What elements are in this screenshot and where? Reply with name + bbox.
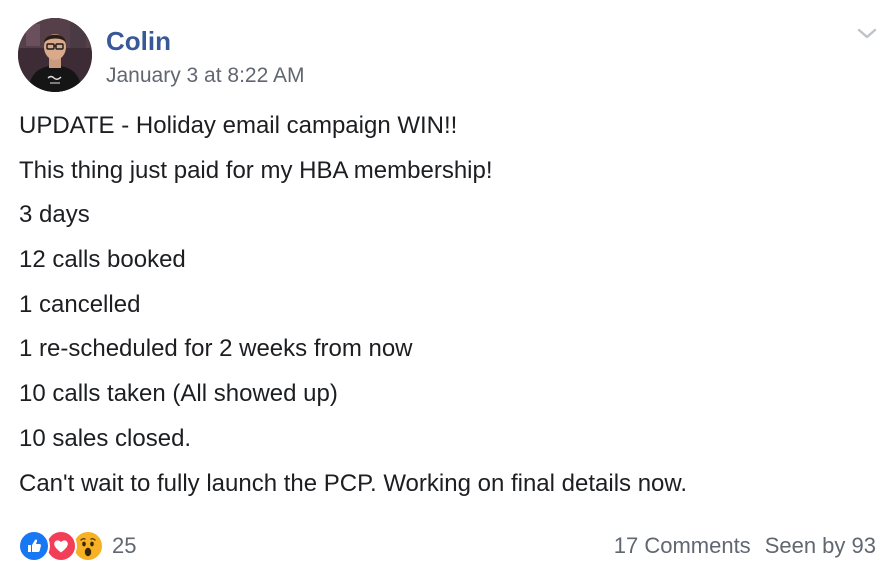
- feed-post: Colin January 3 at 8:22 AM UPDATE - Holi…: [0, 0, 894, 577]
- comments-link[interactable]: 17 Comments: [614, 533, 751, 559]
- author-name[interactable]: Colin: [106, 26, 171, 57]
- post-line: This thing just paid for my HBA membersh…: [19, 156, 493, 184]
- post-stats: 17 Comments Seen by 93: [614, 528, 876, 564]
- reactions-summary[interactable]: 25: [18, 528, 136, 564]
- seen-by-link[interactable]: Seen by 93: [765, 533, 876, 559]
- post-footer: 25 17 Comments Seen by 93: [18, 528, 876, 564]
- post-line: UPDATE - Holiday email campaign WIN!!: [19, 112, 458, 139]
- post-line: 10 sales closed.: [19, 424, 192, 452]
- post-line: 1 re-scheduled for 2 weeks from now: [19, 335, 413, 363]
- chevron-down-icon[interactable]: [855, 26, 879, 42]
- post-line: 12 calls booked: [19, 246, 186, 274]
- like-icon: [18, 530, 50, 562]
- reaction-count: 25: [112, 533, 137, 558]
- author-avatar[interactable]: [18, 18, 92, 92]
- post-line: 3 days: [19, 201, 90, 229]
- post-line: 10 calls taken (All showed up): [19, 380, 338, 408]
- post-line: Can't wait to fully launch the PCP. Work…: [19, 469, 688, 497]
- post-timestamp[interactable]: January 3 at 8:22 AM: [106, 64, 304, 88]
- avatar-photo: [18, 18, 92, 92]
- post-text: UPDATE - Holiday email campaign WIN!! Th…: [19, 111, 879, 513]
- post-line: 1 cancelled: [19, 290, 141, 318]
